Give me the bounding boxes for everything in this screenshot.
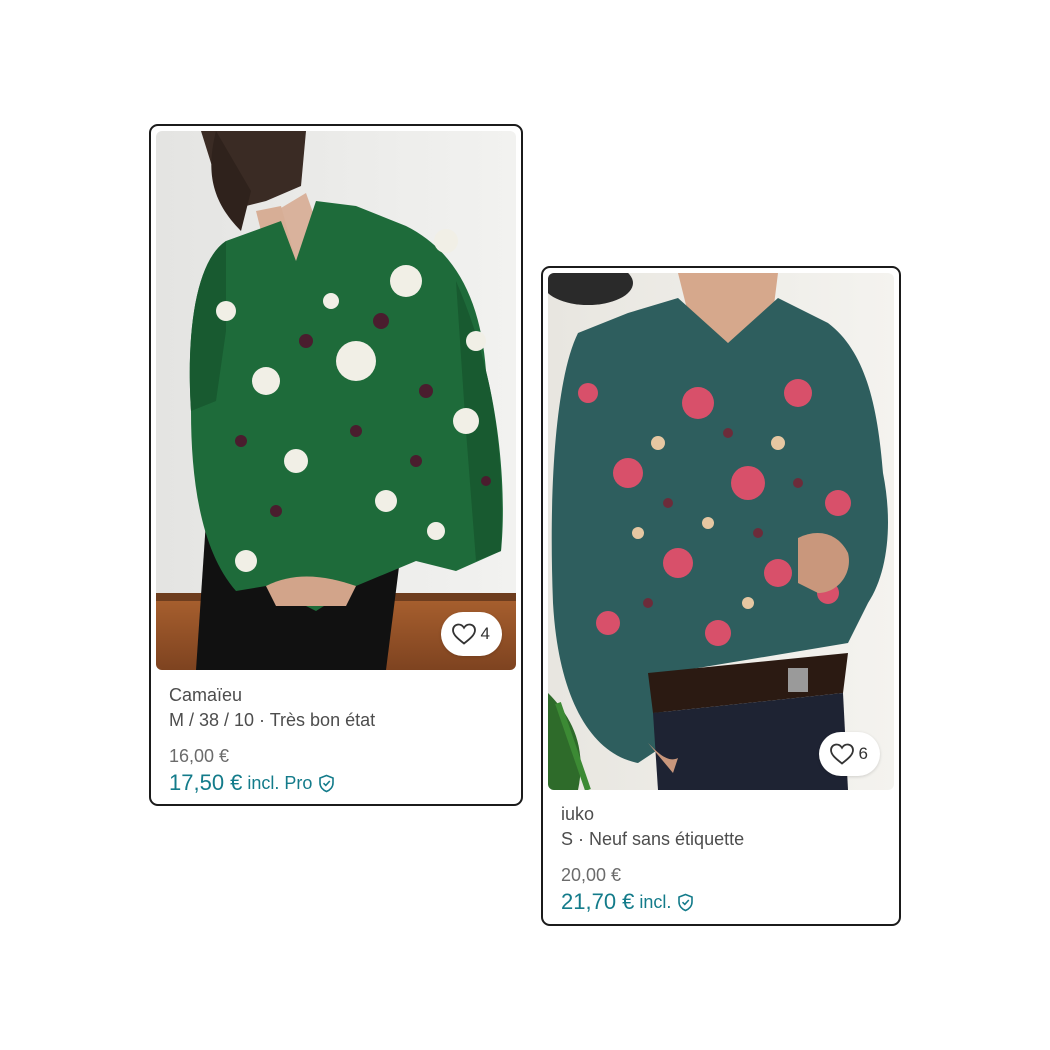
price-incl-amount: 21,70 € — [561, 889, 635, 914]
green-floral-blouse-photo — [156, 131, 516, 670]
favourite-count: 4 — [480, 624, 490, 643]
listing-price: 20,00 € — [561, 865, 622, 885]
heart-icon — [829, 743, 854, 765]
favourite-count: 6 — [858, 744, 868, 763]
favourite-button[interactable]: 6 — [818, 732, 880, 776]
listing-details: S · Neuf sans étiquette — [561, 829, 745, 849]
favourite-button[interactable]: 4 — [440, 612, 502, 656]
listing-photo[interactable]: 6 — [548, 273, 894, 790]
listing-info: iuko S · Neuf sans étiquette 20,00 € 21,… — [561, 803, 885, 916]
shield-check-icon[interactable] — [677, 893, 694, 912]
teal-paisley-shirt-photo — [548, 273, 894, 790]
listing-brand: Camaïeu — [169, 685, 243, 705]
price-incl-suffix: incl. — [639, 892, 672, 912]
listing-photo[interactable]: 4 — [156, 131, 516, 670]
listing-card[interactable]: 6 iuko S · Neuf sans étiquette 20,00 € 2… — [541, 266, 901, 926]
price-incl-suffix: incl. Pro — [247, 773, 313, 793]
listing-price-incl: 21,70 € incl. — [561, 888, 885, 916]
listing-details: M / 38 / 10 · Très bon état — [169, 710, 376, 730]
heart-icon — [451, 623, 476, 645]
listing-price: 16,00 € — [169, 746, 230, 766]
shield-check-icon[interactable] — [318, 774, 335, 793]
listing-card[interactable]: 4 Camaïeu M / 38 / 10 · Très bon état 16… — [149, 124, 523, 806]
listing-brand: iuko — [561, 804, 595, 824]
listing-price-incl: 17,50 € incl. Pro — [169, 769, 507, 797]
listing-info: Camaïeu M / 38 / 10 · Très bon état 16,0… — [169, 684, 507, 797]
price-incl-amount: 17,50 € — [169, 770, 243, 795]
